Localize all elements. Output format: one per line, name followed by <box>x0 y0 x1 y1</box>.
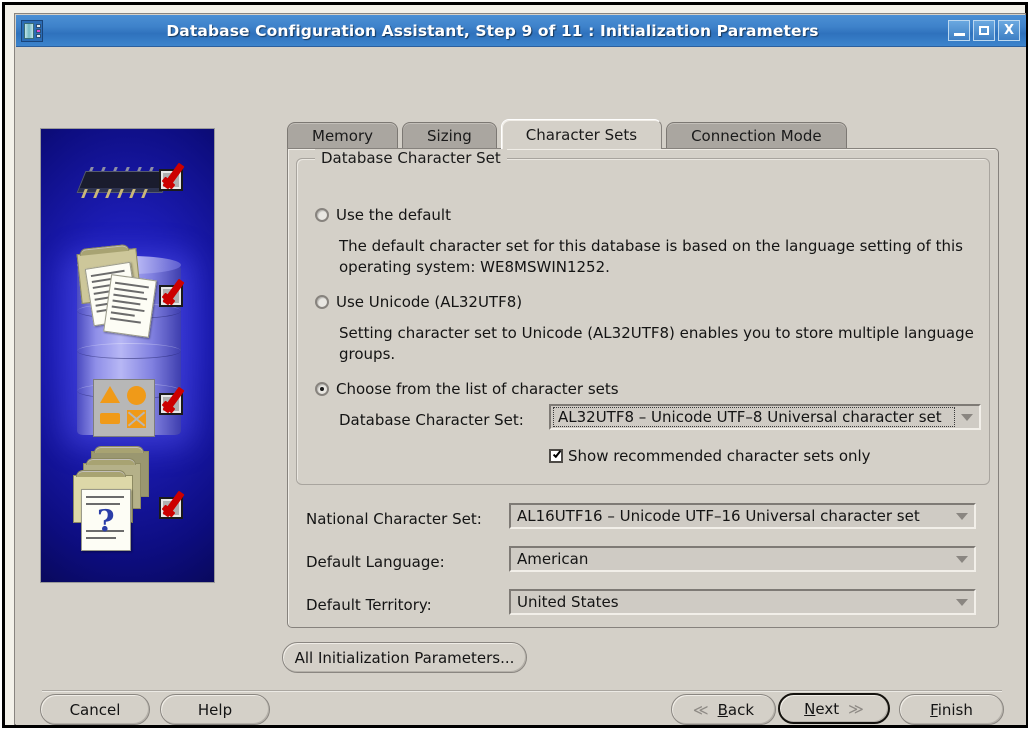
default-charset-description: The default character set for this datab… <box>339 237 963 276</box>
close-button[interactable]: X <box>998 20 1020 41</box>
maximize-button[interactable] <box>973 20 995 41</box>
group-title: Database Character Set <box>315 149 507 167</box>
checkmark-icon <box>159 386 195 417</box>
wizard-illustration: ? <box>40 128 215 583</box>
national-charset-combobox[interactable]: AL16UTF16 – Unicode UTF–16 Universal cha… <box>509 503 976 529</box>
tab-memory[interactable]: Memory <box>287 122 399 149</box>
window-title: Database Configuration Assistant, Step 9… <box>166 21 819 40</box>
chevron-left-icon: ≪ <box>692 700 709 719</box>
default-language-label: Default Language: <box>306 553 445 571</box>
default-territory-combobox[interactable]: United States <box>509 589 976 615</box>
finish-button[interactable]: Finish <box>899 694 1004 725</box>
radio-label: Use Unicode (AL32UTF8) <box>336 293 523 311</box>
chevron-down-icon[interactable] <box>950 548 974 570</box>
tab-sizing[interactable]: Sizing <box>402 122 497 149</box>
led-dots <box>36 23 41 38</box>
default-language-value: American <box>517 550 589 568</box>
tab-character-sets[interactable]: Character Sets <box>500 119 663 149</box>
national-charset-value: AL16UTF16 – Unicode UTF–16 Universal cha… <box>517 507 920 525</box>
chevron-down-icon[interactable] <box>955 406 979 428</box>
next-button[interactable]: Next ≫ <box>778 693 890 724</box>
default-territory-value: United States <box>517 593 619 611</box>
window-controls: X <box>948 20 1020 41</box>
tab-connection-mode[interactable]: Connection Mode <box>666 122 847 149</box>
db-charset-combobox[interactable]: AL32UTF8 – Unicode UTF–8 Universal chara… <box>549 404 981 430</box>
back-label: Back <box>717 700 755 719</box>
tab-bar: Memory Sizing Character Sets Connection … <box>287 119 851 149</box>
radio-indicator[interactable] <box>315 295 329 309</box>
radio-indicator[interactable] <box>315 382 329 396</box>
radio-choose-from-list[interactable]: Choose from the list of character sets <box>315 380 619 398</box>
radio-use-the-default[interactable]: Use the default <box>315 206 451 224</box>
checkmark-icon <box>159 162 195 193</box>
radio-use-unicode[interactable]: Use Unicode (AL32UTF8) <box>315 293 522 311</box>
schema-objects-icon <box>93 379 155 437</box>
question-mark-glyph: ? <box>97 504 115 539</box>
show-recommended-label: Show recommended character sets only <box>568 447 871 465</box>
chevron-right-icon: ≫ <box>848 699 864 718</box>
db-charset-value: AL32UTF8 – Unicode UTF–8 Universal chara… <box>553 407 955 427</box>
chevron-down-icon[interactable] <box>950 505 974 527</box>
unicode-charset-description: Setting character set to Unicode (AL32UT… <box>339 324 974 363</box>
all-initialization-parameters-button[interactable]: All Initialization Parameters... <box>282 642 527 673</box>
next-label: Next <box>804 699 840 718</box>
finish-label: Finish <box>930 700 973 719</box>
help-button[interactable]: Help <box>160 694 270 725</box>
chevron-down-icon[interactable] <box>950 591 974 613</box>
show-recommended-checkbox-row[interactable]: Show recommended character sets only <box>549 447 871 465</box>
default-language-combobox[interactable]: American <box>509 546 976 572</box>
checkmark-icon <box>159 490 195 521</box>
tab-panel-character-sets: Database Character Set Use the default T… <box>287 148 999 628</box>
close-icon: X <box>1003 23 1015 38</box>
database-server-icon <box>21 19 43 42</box>
outer-frame: Database Configuration Assistant, Step 9… <box>2 2 1028 728</box>
national-charset-label: National Character Set: <box>306 510 482 528</box>
footer-divider <box>42 690 1002 692</box>
minimize-button[interactable] <box>948 20 970 41</box>
default-territory-label: Default Territory: <box>306 596 432 614</box>
show-recommended-checkbox[interactable] <box>549 449 563 463</box>
db-glyph <box>24 22 34 39</box>
radio-label: Choose from the list of character sets <box>336 380 619 398</box>
dialog-window: Database Configuration Assistant, Step 9… <box>14 13 1026 725</box>
radio-label: Use the default <box>336 206 451 224</box>
dialog-body: ? Memory Sizing Character Sets Connectio… <box>16 47 1026 725</box>
database-character-set-group: Database Character Set Use the default T… <box>296 149 990 485</box>
radio-indicator[interactable] <box>315 208 329 222</box>
title-bar: Database Configuration Assistant, Step 9… <box>16 15 1026 47</box>
back-button[interactable]: ≪ Back <box>671 694 776 725</box>
cancel-button[interactable]: Cancel <box>40 694 150 725</box>
screenshot-root: Database Configuration Assistant, Step 9… <box>0 0 1030 730</box>
checkmark-icon <box>159 278 195 309</box>
db-charset-label: Database Character Set: <box>339 411 524 429</box>
